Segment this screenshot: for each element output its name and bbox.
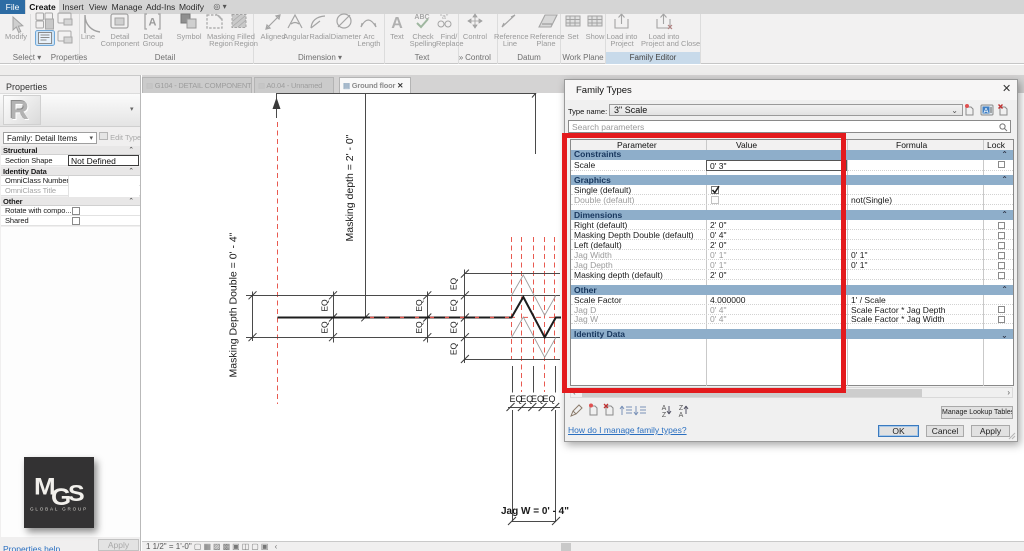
svg-text:A: A — [679, 412, 684, 418]
svg-text:EQ: EQ — [320, 321, 330, 334]
svg-text:EQ: EQ — [448, 321, 458, 334]
svg-text:Masking Depth Double = 0' - 4": Masking Depth Double = 0' - 4" — [228, 232, 240, 377]
svg-text:EQ: EQ — [414, 299, 424, 312]
svg-text:EQ: EQ — [448, 299, 458, 312]
svg-text:A: A — [984, 106, 989, 115]
svg-text:“a”: “a” — [440, 14, 449, 21]
svg-text:Jag W = 0' - 4": Jag W = 0' - 4" — [501, 506, 569, 517]
svg-text:Z: Z — [679, 405, 684, 412]
svg-text:Masking depth = 2' - 0": Masking depth = 2' - 0" — [344, 134, 356, 241]
svg-text:EQ: EQ — [448, 342, 458, 355]
svg-text:EQ: EQ — [414, 321, 424, 334]
svg-text:A: A — [662, 405, 667, 412]
svg-text:S: S — [68, 481, 85, 507]
svg-text:EQ: EQ — [320, 299, 330, 312]
svg-text:A: A — [149, 17, 157, 29]
svg-text:GLOBAL GROUP: GLOBAL GROUP — [30, 507, 88, 512]
svg-text:EQ: EQ — [448, 277, 458, 290]
svg-text:EQ: EQ — [542, 394, 555, 404]
svg-text:Z: Z — [662, 412, 667, 418]
svg-text:A: A — [391, 15, 403, 32]
